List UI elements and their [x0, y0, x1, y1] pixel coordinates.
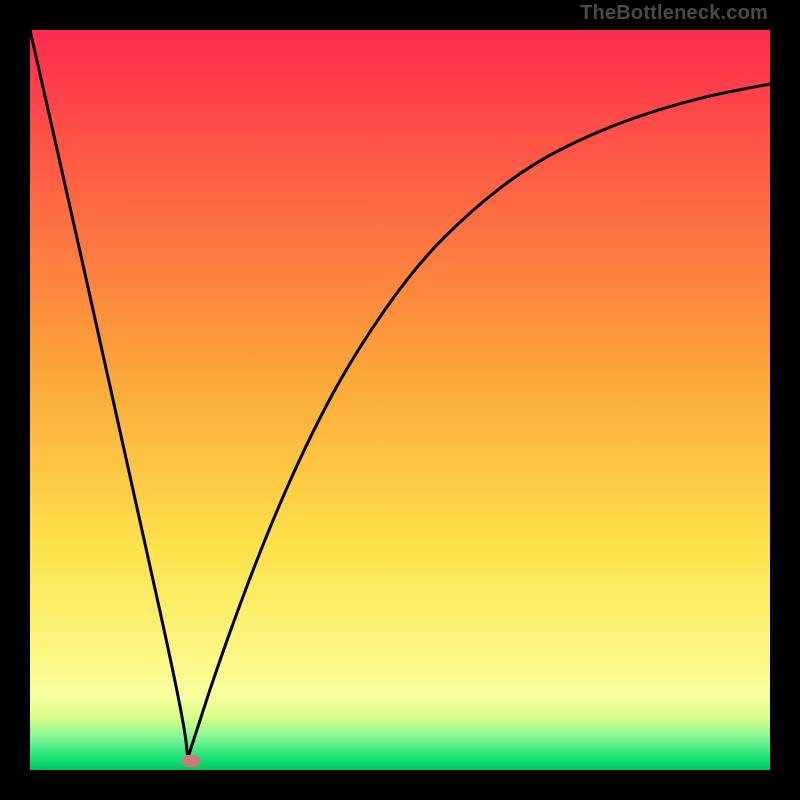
bottleneck-curve	[30, 30, 770, 770]
watermark-label: TheBottleneck.com	[580, 2, 768, 25]
chart-frame: TheBottleneck.com	[0, 0, 800, 800]
minimum-marker	[182, 755, 200, 767]
plot-area	[30, 30, 770, 770]
